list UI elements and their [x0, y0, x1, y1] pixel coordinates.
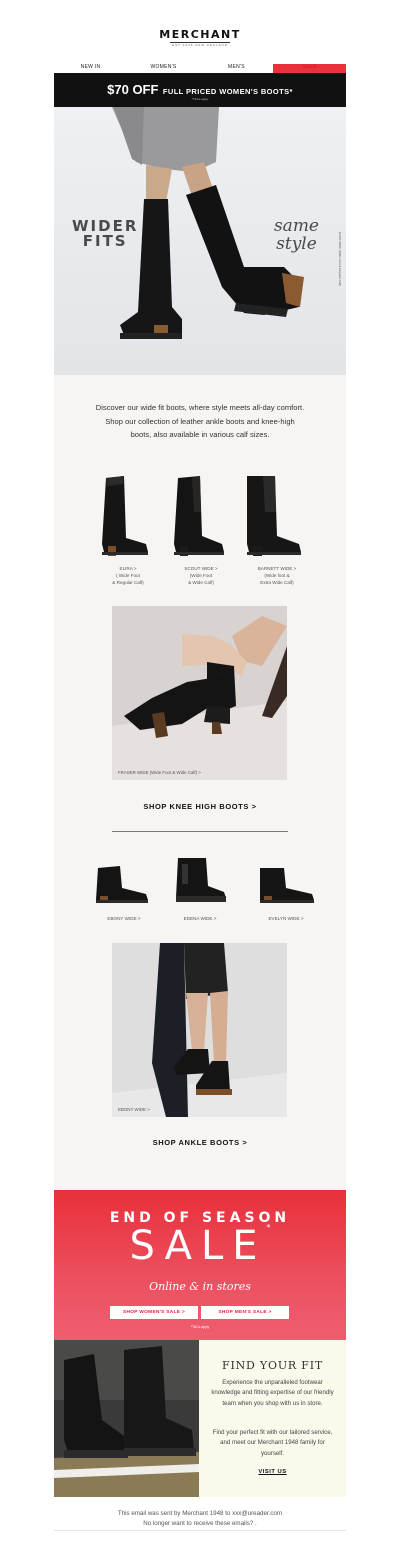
- hero-caption: ELIRA WIDE (Wide Foot & Regular Calf): [338, 232, 342, 287]
- product-elira-link[interactable]: ELIRA > ( Wide Foot & Regular Calf): [98, 566, 158, 586]
- intro-text: Discover our wide fit boots, where style…: [95, 403, 305, 439]
- barnett-wide-boot-image[interactable]: [243, 472, 305, 560]
- shop-ankle-boots-link[interactable]: SHOP ANKLE BOOTS >: [54, 1138, 346, 1147]
- sale-terms: *T&Cs apply: [190, 1325, 210, 1329]
- find-your-fit-paragraph-2: Find your perfect fit with our tailored …: [212, 1429, 333, 1457]
- scout-wide-boot-image[interactable]: [170, 472, 228, 560]
- sale-headline-text: SALE: [129, 1223, 267, 1269]
- ebony-wide-caption[interactable]: EBONY WIDE >: [118, 1107, 150, 1112]
- ebony-wide-lifestyle-illustration: [112, 943, 287, 1117]
- fraser-wide-caption[interactable]: FRASER WIDE (Wide Foot & Wide Calf) >: [118, 770, 201, 775]
- end-of-season-sale-banner: END OF SEASON SALE* Online & in stores S…: [54, 1190, 346, 1340]
- elira-boot-image[interactable]: [96, 472, 152, 560]
- sale-subtitle: Online & in stores: [149, 1280, 251, 1293]
- product-barnett-wide-link[interactable]: BARNETT WIDE > (Wide foot & Extra Wide C…: [246, 566, 308, 586]
- find-your-fit-panel: FIND YOUR FIT Experience the unparallele…: [199, 1340, 346, 1497]
- store-boots-illustration: [54, 1340, 199, 1497]
- ebony-wide-boot-image[interactable]: [92, 864, 152, 906]
- logo-tagline: EST 1948 NEW ZEALAND: [172, 43, 228, 47]
- edena-wide-boot-image[interactable]: [172, 854, 228, 906]
- product-scout-wide-link[interactable]: SCOUT WIDE > (Wide Foot & Wide Calf): [171, 566, 231, 586]
- ebony-wide-lifestyle-image[interactable]: EBONY WIDE >: [112, 943, 287, 1117]
- promo-text: FULL PRICED WOMEN'S BOOTS*: [162, 87, 293, 96]
- fraser-wide-lifestyle-image[interactable]: FRASER WIDE (Wide Foot & Wide Calf) >: [112, 606, 287, 780]
- footer-unsubscribe[interactable]: No longer want to receive these emails? …: [0, 1519, 400, 1529]
- product-ebony-wide-link[interactable]: EBONY WIDE >: [94, 916, 154, 923]
- hero-same-style-text: same style: [273, 216, 319, 254]
- evelyn-wide-boot-image[interactable]: [256, 866, 318, 906]
- hero-image[interactable]: WIDER FITS same style ELIRA WIDE (Wide F…: [54, 107, 346, 375]
- product-evelyn-wide-link[interactable]: EVELYN WIDE >: [255, 916, 317, 923]
- footer: This email was sent by Merchant 1948 to …: [0, 1509, 400, 1528]
- fraser-wide-lifestyle-illustration: [112, 606, 287, 780]
- visit-us-link[interactable]: VISIT US: [199, 1469, 346, 1475]
- footer-divider: [54, 1530, 346, 1531]
- product-edena-wide-link[interactable]: EDENA WIDE >: [170, 916, 230, 923]
- sale-headline: SALE*: [54, 1223, 346, 1269]
- promo-terms: *T&Cs apply: [191, 97, 209, 101]
- find-your-fit-paragraph-1: Experience the unparalleled footwear kno…: [211, 1379, 334, 1407]
- shop-knee-high-boots-link[interactable]: SHOP KNEE HIGH BOOTS >: [54, 802, 346, 811]
- promo-banner[interactable]: $70 OFF FULL PRICED WOMEN'S BOOTS* *T&Cs…: [54, 73, 346, 107]
- promo-amount: $70 OFF: [107, 82, 159, 97]
- footer-sent-by: This email was sent by Merchant 1948 to …: [117, 1510, 283, 1517]
- find-your-fit-title: FIND YOUR FIT: [222, 1359, 323, 1372]
- shop-womens-sale-button[interactable]: SHOP WOMEN'S SALE >: [110, 1306, 198, 1319]
- hero-wider-fits-text: WIDER FITS: [72, 217, 139, 250]
- shop-mens-sale-button[interactable]: SHOP MEN'S SALE >: [201, 1306, 289, 1319]
- merchant-logo[interactable]: MERCHANT: [0, 28, 400, 41]
- store-boots-image: [54, 1340, 199, 1497]
- sale-asterisk: *: [266, 1223, 271, 1232]
- section-divider: [112, 831, 288, 832]
